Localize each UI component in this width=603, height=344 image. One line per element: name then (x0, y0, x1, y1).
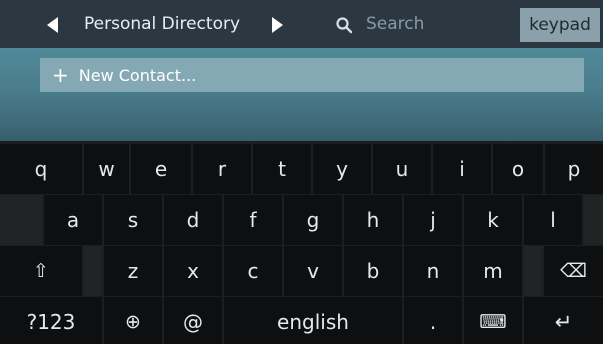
key-p[interactable]: p (545, 144, 603, 194)
keyboard-icon[interactable]: ⌨ (464, 297, 522, 344)
key-s[interactable]: s (104, 195, 162, 245)
key-m[interactable]: m (464, 246, 522, 296)
directory-title: Personal Directory (84, 14, 241, 34)
key-q[interactable]: q (0, 144, 82, 194)
key-y[interactable]: y (313, 144, 371, 194)
key-b[interactable]: b (344, 246, 402, 296)
enter-icon[interactable]: ↵ (524, 297, 603, 344)
top-bar: Personal Directory Search keypad (0, 0, 603, 48)
key-a[interactable]: a (44, 195, 102, 245)
new-contact-button[interactable]: + New Contact... (40, 58, 584, 92)
key-f[interactable]: f (224, 195, 282, 245)
numbers-key[interactable]: ?123 (0, 297, 102, 344)
key-w[interactable]: w (84, 144, 129, 194)
new-contact-label: New Contact... (78, 65, 197, 85)
key-g[interactable]: g (284, 195, 342, 245)
key-u[interactable]: u (373, 144, 431, 194)
search-input[interactable]: Search (366, 14, 424, 34)
row2-left-spacer (0, 195, 42, 245)
key-k[interactable]: k (464, 195, 522, 245)
left-arrow-icon[interactable] (47, 17, 58, 33)
period-key[interactable]: . (404, 297, 462, 344)
row3-spacer (84, 246, 102, 296)
row3-right-spacer (524, 246, 542, 296)
key-j[interactable]: j (404, 195, 462, 245)
backspace-key[interactable]: ⌫ (544, 246, 603, 296)
key-z[interactable]: z (104, 246, 162, 296)
shift-key[interactable]: ⇧ (0, 246, 82, 296)
space-key[interactable]: english (224, 297, 402, 344)
key-v[interactable]: v (284, 246, 342, 296)
row2-right-spacer (584, 195, 603, 245)
key-e[interactable]: e (131, 144, 191, 194)
right-arrow-icon[interactable] (272, 17, 283, 33)
key-c[interactable]: c (224, 246, 282, 296)
key-i[interactable]: i (433, 144, 491, 194)
at-key[interactable]: @ (164, 297, 222, 344)
contact-list-area: + New Contact... (0, 48, 603, 141)
key-d[interactable]: d (164, 195, 222, 245)
key-r[interactable]: r (193, 144, 251, 194)
globe-icon[interactable]: ⊕ (104, 297, 162, 344)
key-t[interactable]: t (253, 144, 311, 194)
on-screen-keyboard: q w e r t y u i o p a s d f g h j k l ⇧ … (0, 141, 603, 344)
key-x[interactable]: x (164, 246, 222, 296)
key-o[interactable]: o (493, 144, 543, 194)
keypad-button[interactable]: keypad (520, 8, 600, 42)
key-l[interactable]: l (524, 195, 582, 245)
search-icon[interactable] (335, 16, 353, 34)
key-h[interactable]: h (344, 195, 402, 245)
key-n[interactable]: n (404, 246, 462, 296)
plus-icon: + (52, 63, 69, 87)
